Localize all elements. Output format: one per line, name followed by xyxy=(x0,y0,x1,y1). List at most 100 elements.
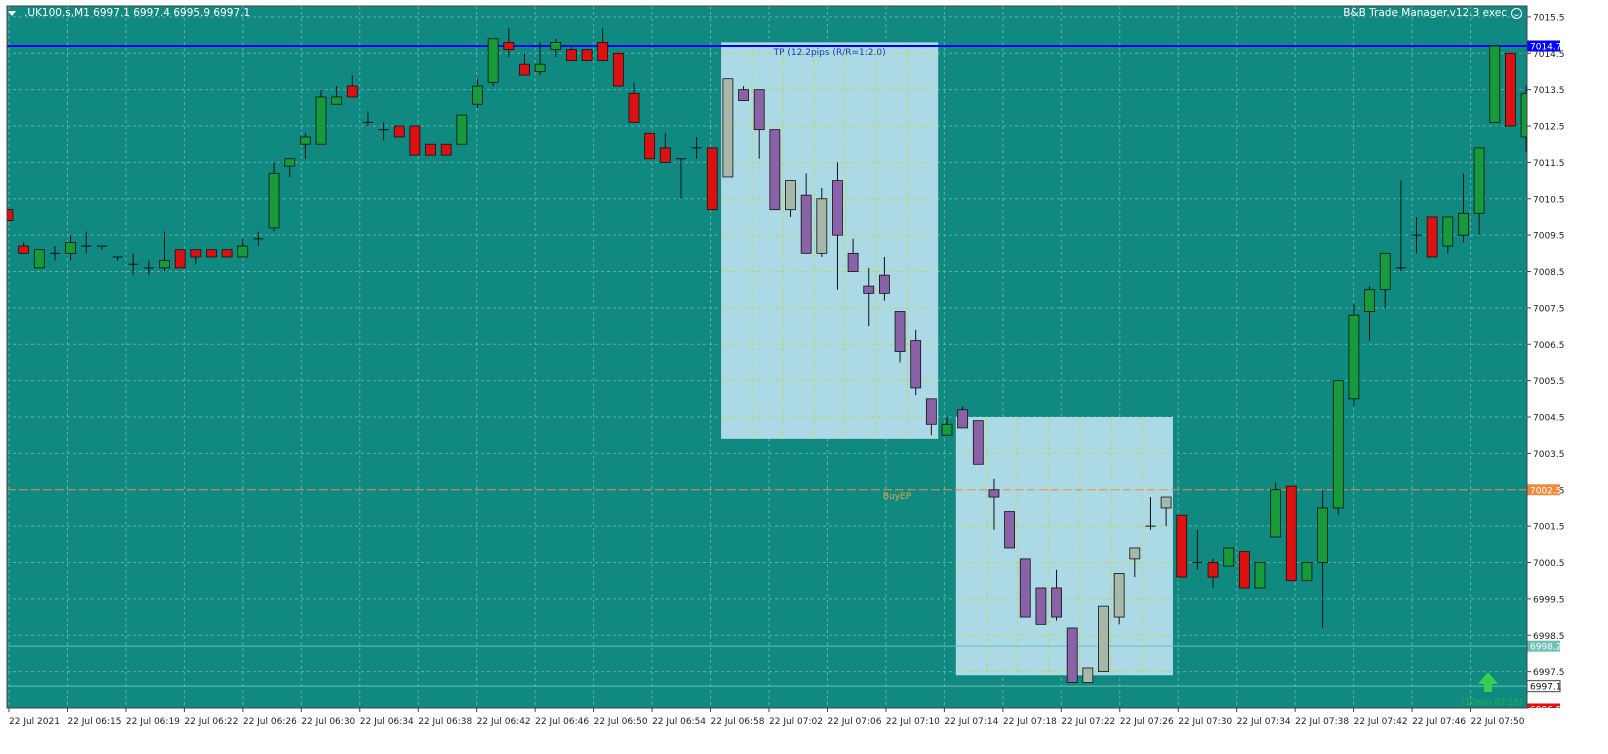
candle-bear xyxy=(847,252,859,272)
time-tick-label: 22 Jul 06:34 xyxy=(360,717,414,727)
time-tick-label: 22 Jul 06:22 xyxy=(184,717,238,727)
candle-bear xyxy=(1176,514,1188,578)
candle-bull xyxy=(472,85,483,105)
left-margin xyxy=(0,0,7,754)
candle-bear xyxy=(221,249,233,258)
time-tick-label: 22 Jul 07:30 xyxy=(1178,717,1232,727)
price-tick-label: 7006.5 xyxy=(1533,341,1565,351)
candle-bull xyxy=(1098,605,1109,673)
price-label-text: 7002.5 xyxy=(1530,486,1562,496)
expert-advisor-label[interactable]: B&B Trade Manager.v12.3 exec xyxy=(1343,4,1522,22)
candle-bear xyxy=(346,85,358,98)
candle-bear xyxy=(659,147,671,163)
time-tick-label: 22 Jul 06:42 xyxy=(477,717,531,727)
time-axis-background xyxy=(0,708,1608,754)
time-tick-label: 22 Jul 07:38 xyxy=(1295,717,1349,727)
price-tick-label: 7015.5 xyxy=(1533,13,1565,23)
candle-bull xyxy=(785,180,796,211)
entry-text: BuyEP xyxy=(883,492,912,502)
price-tick-label: 7011.5 xyxy=(1533,159,1565,169)
candle-bull xyxy=(941,423,953,436)
time-tick-label: 22 Jul 07:06 xyxy=(827,717,881,727)
time-tick-label: 22 Jul 07:50 xyxy=(1471,717,1525,727)
time-tick-label: 22 Jul 06:58 xyxy=(711,717,765,727)
candle-bull xyxy=(315,96,327,145)
candle-bear xyxy=(738,89,749,101)
trade-zone xyxy=(721,42,939,439)
candle-bear xyxy=(628,92,640,123)
price-chart[interactable]: TP (12.2pips (R/R=1:2.0)BuyEPSL (4.1pips… xyxy=(0,0,1608,754)
candle-bull xyxy=(487,38,499,83)
candle-bull xyxy=(65,242,76,254)
candle-bear xyxy=(972,420,984,465)
time-tick-label: 22 Jul 06:54 xyxy=(652,717,706,727)
time-tick-label: 22 Jul 07:34 xyxy=(1237,717,1291,727)
candle-bull xyxy=(237,245,249,258)
candle-bear xyxy=(706,147,718,211)
candle-bear xyxy=(206,249,217,258)
candle-bull xyxy=(1129,547,1141,560)
candle-bull xyxy=(534,63,546,72)
time-tick-label: 22 Jul 06:19 xyxy=(126,717,180,727)
candle-bear xyxy=(894,311,906,352)
candle-bull xyxy=(1254,562,1266,589)
candle-bear xyxy=(425,143,436,156)
price-tick-label: 6999.5 xyxy=(1533,595,1565,605)
price-tick-label: 6997.5 xyxy=(1533,668,1565,678)
candle-bull xyxy=(33,249,45,269)
candle-bull xyxy=(1489,45,1501,123)
time-tick-label: 22 Jul 06:46 xyxy=(535,717,589,727)
candle-bear xyxy=(957,409,969,429)
candle-bear xyxy=(832,180,843,236)
price-label-text: 7014.7 xyxy=(1530,43,1562,53)
candle-bull xyxy=(1082,667,1094,683)
symbol-info: .UK100.s,M1 6997.1 6997.4 6995.9 6997.1 xyxy=(24,7,251,19)
ea-name: B&B Trade Manager.v12.3 exec xyxy=(1343,7,1507,19)
price-label-text: 6998.2 xyxy=(1530,643,1562,653)
time-tick-label: 22 Jul 07:42 xyxy=(1354,717,1408,727)
candle-bear xyxy=(925,398,937,425)
time-tick-label: 22 Jul 07:26 xyxy=(1120,717,1174,727)
price-tick-label: 7010.5 xyxy=(1533,195,1565,205)
candle-bear xyxy=(566,49,577,61)
time-tick-label: 22 Jul 06:30 xyxy=(301,717,355,727)
price-tick-label: 7007.5 xyxy=(1533,304,1565,314)
dropdown-triangle-icon[interactable] xyxy=(8,10,16,16)
candle-bear xyxy=(863,285,875,294)
candle-bull xyxy=(1458,212,1469,236)
candle-bear xyxy=(1035,587,1047,625)
candle-bear xyxy=(753,89,765,131)
candle-bear xyxy=(174,249,186,269)
candle-bull xyxy=(1364,289,1375,312)
price-label-text: 6997.1 xyxy=(1530,683,1562,693)
candle-bull xyxy=(1270,489,1282,538)
price-tick-label: 7008.5 xyxy=(1533,268,1565,278)
time-tick-label: 22 Jul 2021 xyxy=(9,717,60,727)
candle-bear xyxy=(1207,562,1219,578)
price-tick-label: 7000.5 xyxy=(1533,559,1565,569)
price-tick-label: 7009.5 xyxy=(1533,232,1565,242)
candle-bear xyxy=(597,41,609,61)
candle-bull xyxy=(816,198,828,254)
candle-bear xyxy=(1004,511,1015,549)
time-tick-label: 22 Jul 07:10 xyxy=(886,717,940,727)
candle-bear xyxy=(1505,52,1516,127)
candle-bull xyxy=(1301,562,1313,582)
candle-bear xyxy=(769,129,781,211)
symbol-header: .UK100.s,M1 6997.1 6997.4 6995.9 6997.1 xyxy=(8,4,250,22)
candle-bull xyxy=(1348,314,1360,400)
candle-bear xyxy=(519,63,530,76)
candle-bear xyxy=(1426,216,1438,258)
smiley-icon xyxy=(1511,7,1522,19)
candle-bull xyxy=(1317,507,1328,563)
candle-bear xyxy=(1238,551,1250,589)
trade-zone xyxy=(955,417,1173,676)
candle-bear xyxy=(1051,587,1062,618)
candle-bear xyxy=(581,49,593,61)
candle-bull xyxy=(284,158,296,167)
time-tick-label: 22 Jul 07:18 xyxy=(1003,717,1057,727)
candle-bull xyxy=(550,41,562,51)
candle-bull xyxy=(722,78,734,178)
time-tick-label: 22 Jul 06:26 xyxy=(243,717,297,727)
time-tick-label: 22 Jul 07:46 xyxy=(1412,717,1466,727)
